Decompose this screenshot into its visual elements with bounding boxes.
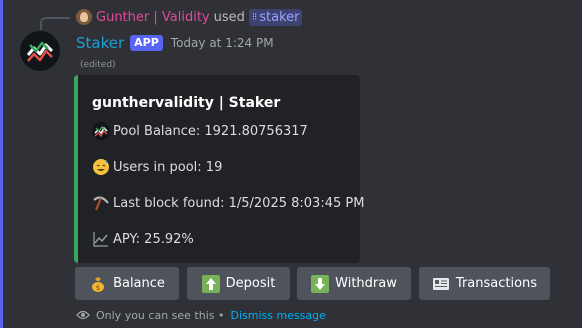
arrow-down-icon xyxy=(311,274,330,293)
dismiss-message-link[interactable]: Dismiss message xyxy=(230,309,325,322)
deposit-button-label: Deposit xyxy=(225,276,276,291)
command-name: staker xyxy=(259,9,300,25)
message-timestamp[interactable]: Today at 1:24 PM xyxy=(171,36,274,50)
slash-command-icon: ⁝⁝ xyxy=(251,11,257,23)
withdraw-button-label: Withdraw xyxy=(335,276,397,291)
reply-connector-line xyxy=(40,17,70,30)
arrow-up-icon xyxy=(201,274,220,293)
apy-text: APY: 25.92% xyxy=(113,231,194,247)
sweat-smile-emoji-icon xyxy=(93,159,109,175)
embed-title: gunthervalidity | Staker xyxy=(92,95,281,111)
app-badge: APP xyxy=(130,35,163,51)
reply-username[interactable]: Gunther | Validity xyxy=(96,10,210,25)
pickaxe-icon xyxy=(93,196,109,211)
chat-message-area: Gunther | Validity used ⁝⁝ staker Staker… xyxy=(0,0,582,328)
pool-balance-field: Pool Balance: 1921.80756317 xyxy=(92,122,308,140)
transactions-button-label: Transactions xyxy=(455,276,538,291)
balance-button-label: Balance xyxy=(113,276,165,291)
chart-line-icon xyxy=(93,232,108,247)
last-block-text: Last block found: 1/5/2025 8:03:45 PM xyxy=(113,195,365,211)
ephemeral-notice: Only you can see this • Dismiss message xyxy=(76,308,326,322)
staker-logo-icon xyxy=(92,122,110,140)
users-in-pool-text: Users in pool: 19 xyxy=(113,159,223,175)
staker-logo-icon xyxy=(20,31,60,71)
deposit-button[interactable]: Deposit xyxy=(187,267,290,300)
money-bag-icon: $ xyxy=(92,276,105,292)
eye-icon xyxy=(76,310,90,320)
transactions-button[interactable]: Transactions xyxy=(419,267,550,300)
message-header: Staker APP Today at 1:24 PM xyxy=(76,33,274,53)
balance-button[interactable]: $ Balance xyxy=(75,267,179,300)
message-highlight-bar xyxy=(0,0,3,328)
receipt-icon xyxy=(432,277,449,290)
last-block-field: Last block found: 1/5/2025 8:03:45 PM xyxy=(92,194,364,212)
users-in-pool-field: Users in pool: 19 xyxy=(92,158,222,176)
svg-text:$: $ xyxy=(96,284,100,292)
apy-field: APY: 25.92% xyxy=(92,230,194,248)
bot-name[interactable]: Staker xyxy=(76,34,124,52)
staker-embed: gunthervalidity | Staker Pool Balance: 1… xyxy=(74,75,364,263)
withdraw-button[interactable]: Withdraw xyxy=(297,267,411,300)
command-chip[interactable]: ⁝⁝ staker xyxy=(248,8,303,26)
command-reply-header[interactable]: Gunther | Validity used ⁝⁝ staker xyxy=(76,8,303,26)
bot-avatar[interactable] xyxy=(20,31,60,71)
edited-label: (edited) xyxy=(80,60,116,70)
reply-used-text: used xyxy=(213,9,245,25)
ephemeral-text: Only you can see this • xyxy=(96,308,225,322)
reply-user-avatar[interactable] xyxy=(76,9,92,25)
pool-balance-text: Pool Balance: 1921.80756317 xyxy=(113,123,308,139)
